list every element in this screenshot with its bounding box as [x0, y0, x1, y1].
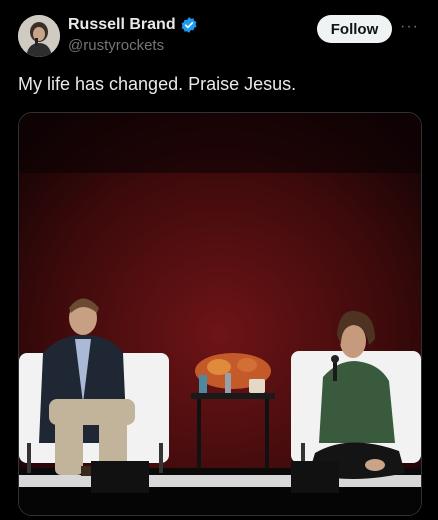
tweet-text: My life has changed. Praise Jesus. — [18, 74, 297, 94]
avatar[interactable] — [18, 15, 60, 57]
author-names: Russell Brand @rustyrockets — [68, 16, 198, 54]
more-options-icon[interactable]: ··· — [400, 18, 419, 36]
follow-button[interactable]: Follow — [317, 15, 392, 43]
tweet-header: Russell Brand @rustyrockets Follow ··· — [0, 0, 438, 70]
display-name[interactable]: Russell Brand — [68, 16, 198, 34]
display-name-text[interactable]: Russell Brand — [68, 16, 176, 34]
handle[interactable]: @rustyrockets — [68, 37, 198, 54]
tweet-media-photo[interactable] — [18, 112, 422, 516]
verified-badge-icon — [180, 16, 198, 34]
